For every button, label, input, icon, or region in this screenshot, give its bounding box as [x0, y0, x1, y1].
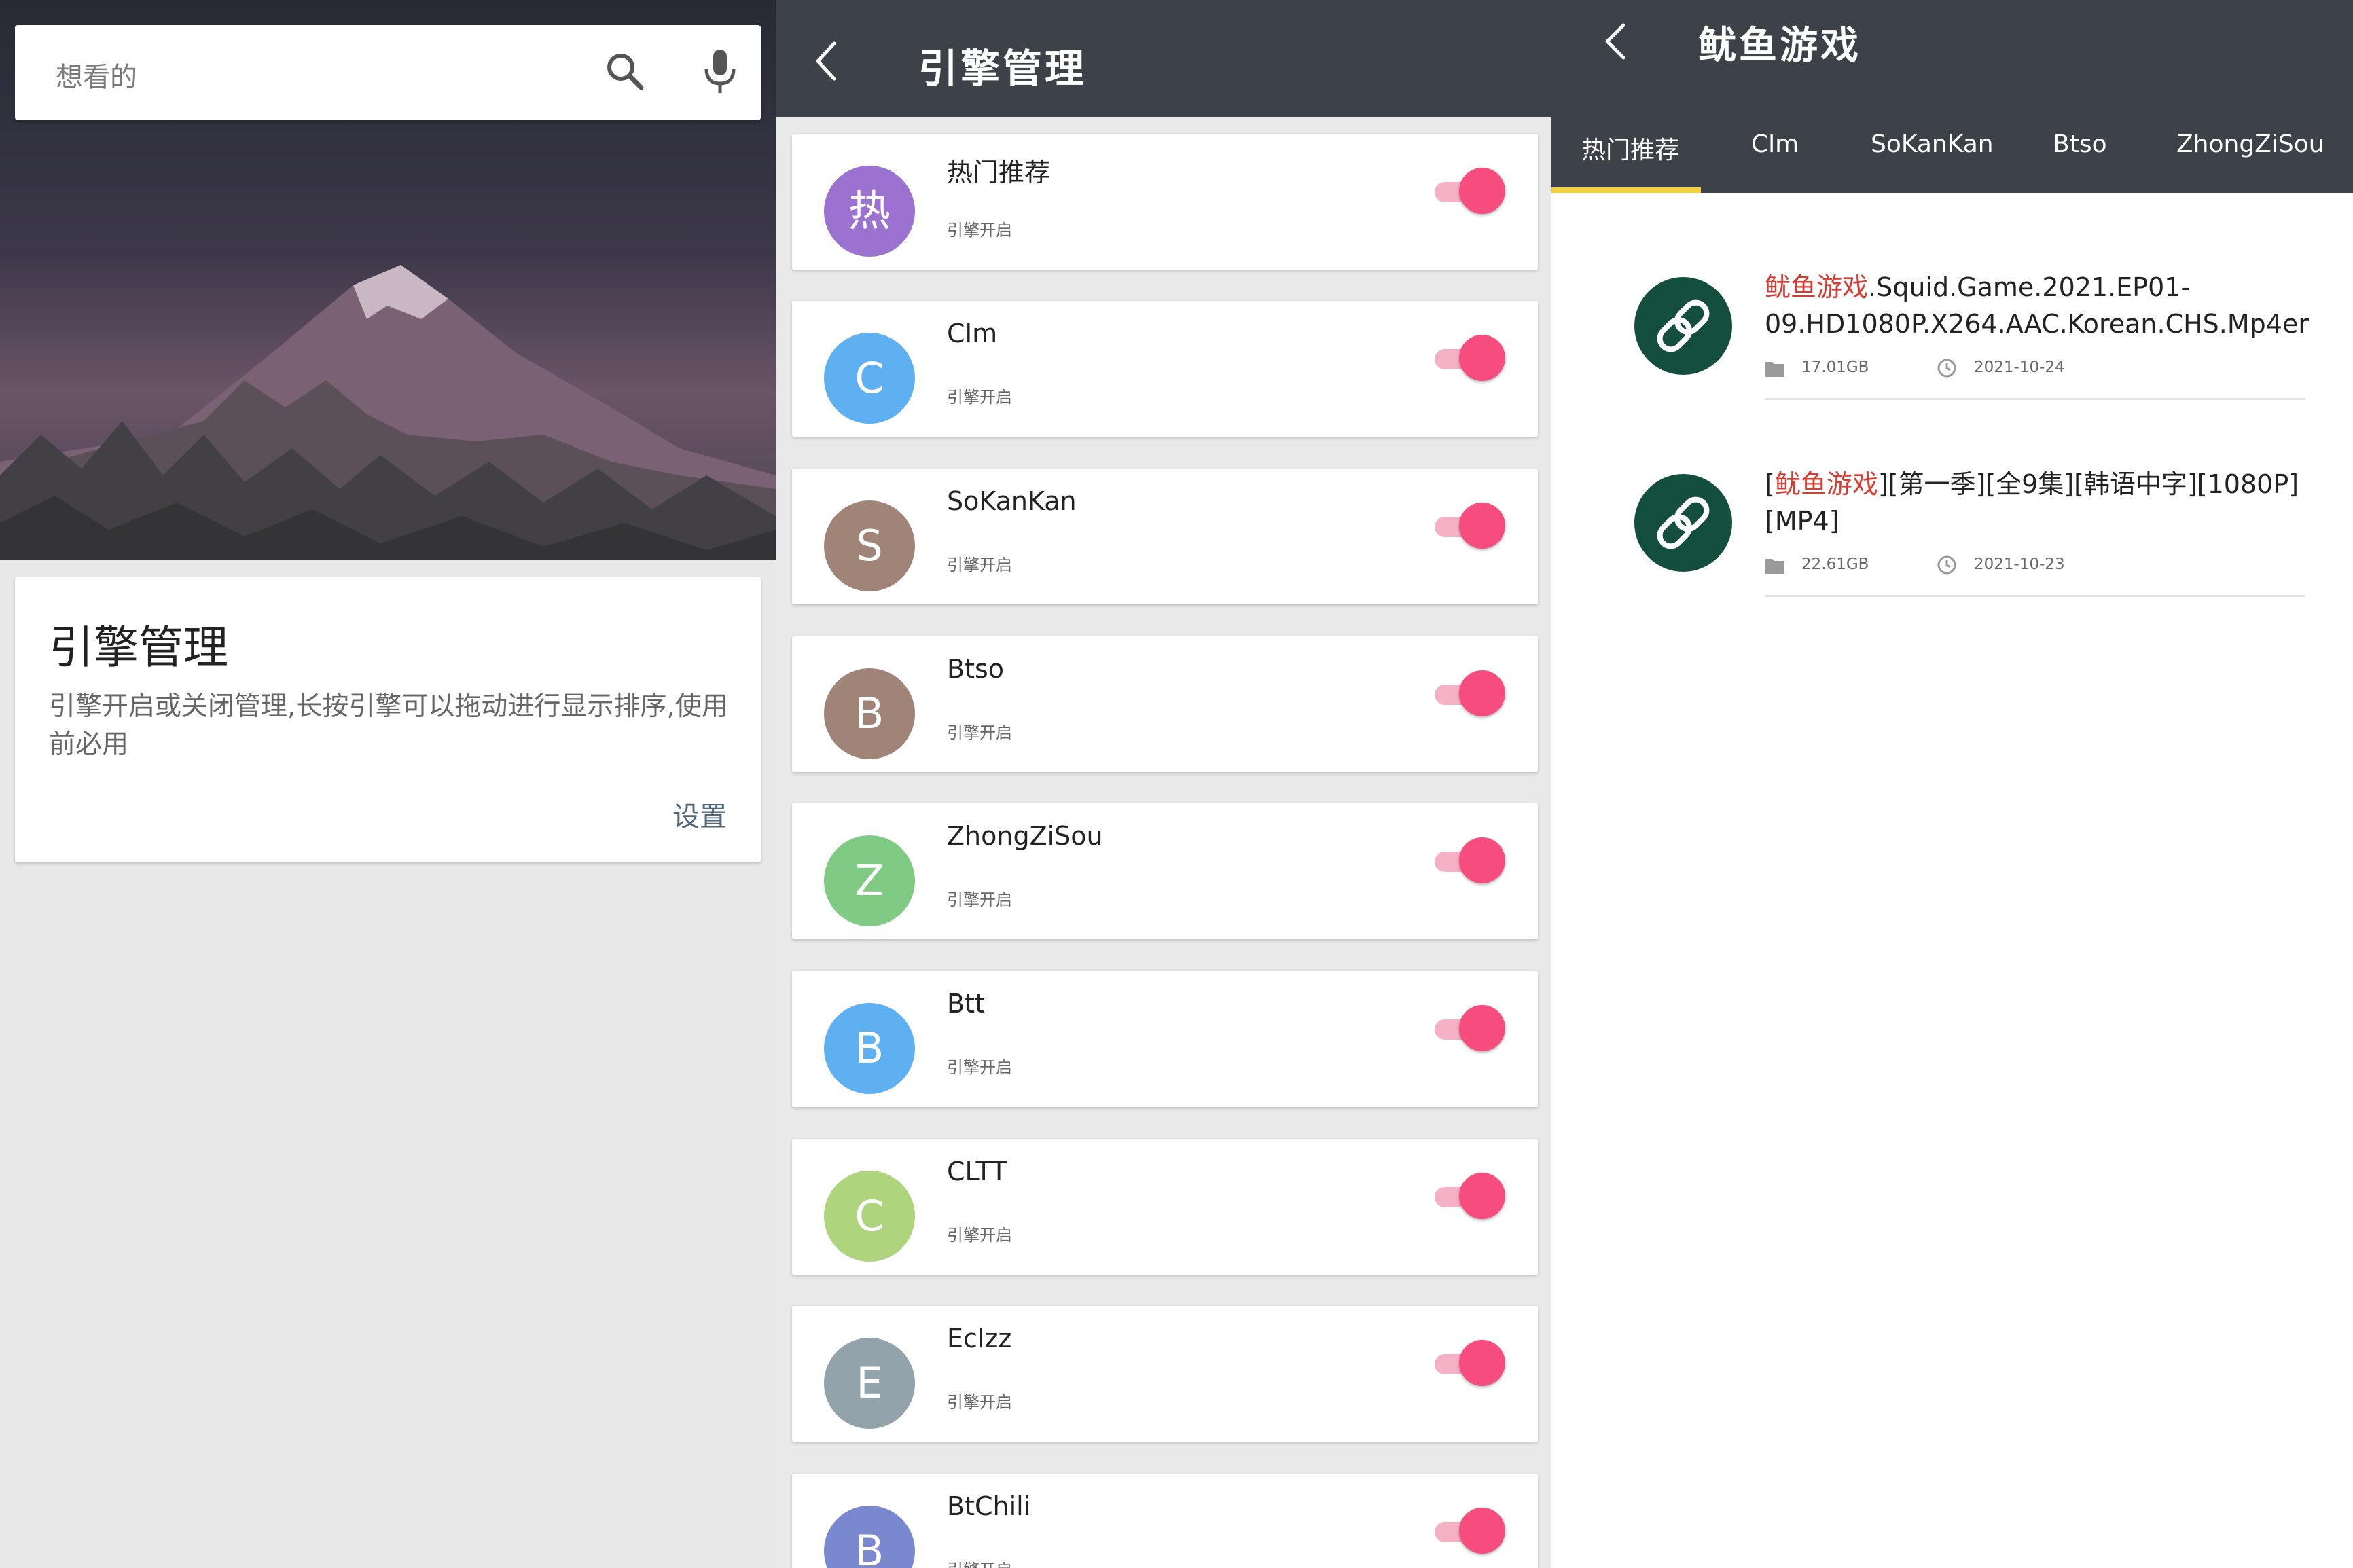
engine-toggle[interactable]: [1435, 503, 1509, 550]
engine-status: 引擎开启: [947, 555, 1012, 575]
file-date: 2021-10-23: [1974, 555, 2065, 573]
engine-toggle[interactable]: [1435, 1173, 1509, 1220]
engine-name: Eclzz: [947, 1324, 1012, 1353]
engine-avatar: 热: [824, 166, 915, 257]
clock-icon: [1937, 555, 1956, 575]
folder-icon: [1765, 559, 1784, 574]
toggle-knob: [1459, 837, 1505, 883]
chain-link-icon: [1657, 299, 1710, 352]
engine-avatar: C: [824, 1171, 915, 1262]
engine-avatar: S: [824, 500, 915, 591]
engine-toggle[interactable]: [1435, 837, 1509, 885]
results-title: 鱿鱼游戏: [1698, 24, 1861, 68]
toggle-knob: [1459, 670, 1505, 716]
engine-avatar: B: [824, 668, 915, 759]
folder-icon: [1765, 362, 1784, 377]
engine-name: Clm: [947, 318, 998, 348]
engine-name: BtChili: [947, 1491, 1031, 1521]
search-results-panel: 鱿鱼游戏 热门推荐 Clm SoKanKan Btso ZhongZiSou 鱿鱼游戏.…: [1551, 0, 2353, 1568]
tab-4[interactable]: ZhongZiSou: [2176, 130, 2324, 158]
tab-2[interactable]: SoKanKan: [1871, 130, 1994, 158]
search-input[interactable]: 想看的: [56, 55, 137, 94]
file-date: 2021-10-24: [1974, 359, 2065, 376]
engine-name: 热门推荐: [947, 158, 1051, 187]
card-description: 引擎开启或关闭管理,长按引擎可以拖动进行显示排序,使用前必用: [49, 691, 728, 760]
tab-1[interactable]: Clm: [1751, 130, 1799, 158]
result-title[interactable]: [鱿鱼游戏][第一季][全9集][韩语中字][1080P][MP4]: [1765, 466, 2335, 539]
file-size: 22.61GB: [1801, 555, 1869, 573]
engine-item[interactable]: 热 热门推荐引擎开启: [792, 134, 1538, 270]
result-item[interactable]: 鱿鱼游戏.Squid.Game.2021.EP01-09.HD1080P.X26…: [1551, 204, 2353, 401]
clock-icon: [1937, 359, 1956, 378]
title-prefix: [: [1765, 469, 1775, 499]
engine-item[interactable]: E Eclzz 引擎开启: [792, 1306, 1538, 1442]
engine-status: 引擎开启: [947, 1556, 1012, 1568]
microphone-icon[interactable]: [698, 47, 742, 96]
engine-status: 引擎开启: [947, 1058, 1012, 1077]
engine-avatar: B: [824, 1003, 915, 1094]
engine-toggle[interactable]: [1435, 1340, 1509, 1387]
engine-avatar: C: [824, 333, 915, 424]
engine-toggle[interactable]: [1435, 335, 1509, 382]
chain-link-icon: [1657, 496, 1710, 549]
engine-name: Btt: [947, 989, 985, 1019]
active-tab-indicator: [1551, 187, 1701, 193]
toggle-knob: [1459, 168, 1505, 214]
engine-list-panel: 引擎管理 热 热门推荐引擎开启 C Clm 引擎开启 S SoKanKan 引擎开启 B Btso…: [776, 0, 1551, 1568]
title-highlight: 鱿鱼游戏: [1765, 272, 1869, 302]
link-icon: [1634, 277, 1732, 375]
engine-avatar: B: [824, 1506, 915, 1568]
engine-toggle[interactable]: [1435, 670, 1509, 718]
result-item[interactable]: [鱿鱼游戏][第一季][全9集][韩语中字][1080P][MP4] 22.61G…: [1551, 401, 2353, 598]
engine-status: 引擎开启: [947, 890, 1012, 909]
page-title: 引擎管理: [918, 45, 1088, 92]
divider: [1765, 398, 2305, 400]
back-arrow-icon[interactable]: [812, 39, 840, 83]
toggle-knob: [1459, 1005, 1505, 1051]
toggle-knob: [1459, 503, 1505, 549]
results-toolbar: 鱿鱼游戏 热门推荐 Clm SoKanKan Btso ZhongZiSou: [1551, 0, 2353, 193]
engine-name: ZhongZiSou: [947, 821, 1103, 851]
toggle-knob: [1459, 1508, 1505, 1554]
engine-status: 引擎开启: [947, 1226, 1012, 1245]
card-title: 引擎管理: [49, 621, 228, 674]
engine-status: 引擎开启: [947, 723, 1012, 742]
engine-toggle[interactable]: [1435, 168, 1509, 215]
engine-name: SoKanKan: [947, 486, 1077, 516]
engine-item[interactable]: C CLTT 引擎开启: [792, 1139, 1538, 1275]
engine-item[interactable]: B BtChili 引擎开启: [792, 1474, 1538, 1568]
link-icon: [1634, 474, 1732, 572]
settings-link[interactable]: 设置: [672, 795, 727, 834]
search-bar[interactable]: 想看的: [15, 25, 761, 120]
engine-item[interactable]: B Btso 引擎开启: [792, 636, 1538, 772]
engine-management-card: 引擎管理 引擎开启或关闭管理,长按引擎可以拖动进行显示排序,使用前必用 设置: [15, 577, 761, 862]
engine-item[interactable]: S SoKanKan 引擎开启: [792, 469, 1538, 604]
engine-item[interactable]: B Btt 引擎开启: [792, 971, 1538, 1107]
search-icon[interactable]: [603, 50, 647, 93]
engine-toggle[interactable]: [1435, 1005, 1509, 1053]
engine-avatar: E: [824, 1338, 915, 1429]
search-panel: 想看的 引擎管理 引擎开启或关闭管理,长按引擎可以拖动进行显示排序,使用前必用 …: [0, 0, 776, 1568]
title-highlight: 鱿鱼游戏: [1774, 469, 1878, 499]
engine-item[interactable]: C Clm 引擎开启: [792, 301, 1538, 437]
engine-item[interactable]: Z ZhongZiSou 引擎开启: [792, 803, 1538, 939]
engine-avatar: Z: [824, 835, 915, 926]
engine-name: Btso: [947, 654, 1005, 684]
engine-name: CLTT: [947, 1156, 1007, 1186]
engine-toggle[interactable]: [1435, 1508, 1509, 1555]
tab-0[interactable]: 热门推荐: [1581, 130, 1679, 166]
result-title[interactable]: 鱿鱼游戏.Squid.Game.2021.EP01-09.HD1080P.X26…: [1765, 269, 2335, 342]
toggle-knob: [1459, 1173, 1505, 1219]
toggle-knob: [1459, 335, 1505, 381]
engine-status: 引擎开启: [947, 1393, 1012, 1412]
back-arrow-icon[interactable]: [1602, 22, 1629, 61]
engine-status: 引擎开启: [947, 221, 1012, 240]
divider: [1765, 595, 2305, 597]
screenshot-root: 想看的 引擎管理 引擎开启或关闭管理,长按引擎可以拖动进行显示排序,使用前必用 …: [0, 0, 2353, 1568]
toggle-knob: [1459, 1340, 1505, 1386]
engine-list-toolbar: 引擎管理: [776, 0, 1551, 117]
tab-3[interactable]: Btso: [2053, 130, 2107, 158]
engine-status: 引擎开启: [947, 388, 1012, 407]
file-size: 17.01GB: [1801, 359, 1869, 376]
